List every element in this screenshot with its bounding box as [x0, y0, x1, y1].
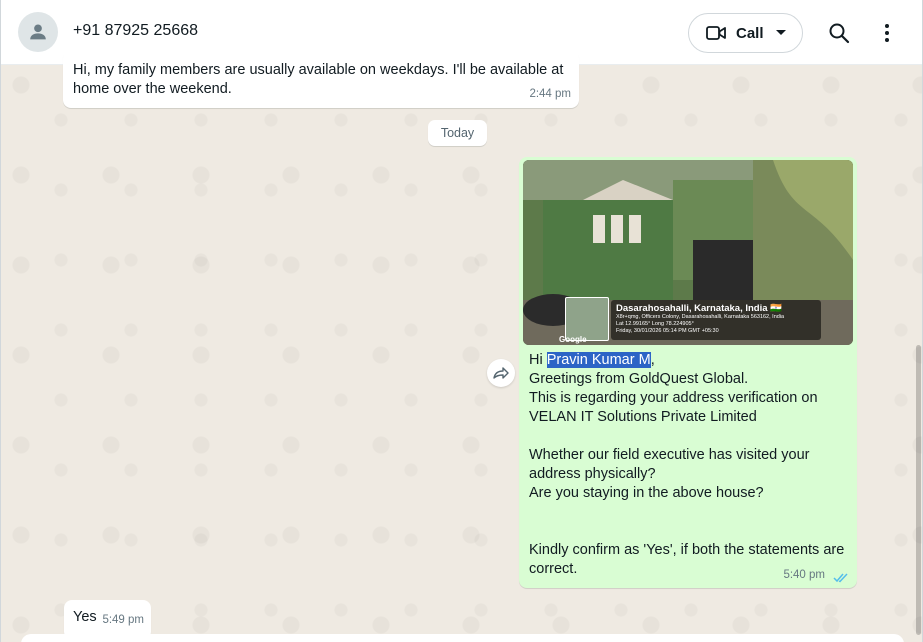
call-button[interactable]: Call	[688, 13, 803, 53]
person-icon	[30, 24, 46, 40]
day-separator: Today	[428, 120, 487, 146]
message-text: Yes	[73, 609, 97, 625]
greeting-suffix: ,	[650, 352, 655, 368]
video-camera-icon	[706, 26, 726, 40]
menu-button[interactable]	[875, 21, 899, 45]
message-composer[interactable]	[21, 634, 904, 642]
geotag-caption: Dasarahosahalli, Karnataka, India 🇮🇳 X8r…	[611, 300, 821, 340]
chat-window: +91 87925 25668 Call Hi, my family membe…	[0, 0, 923, 642]
geotag-location: Dasarahosahalli, Karnataka, India 🇮🇳	[616, 303, 783, 314]
search-icon	[829, 23, 850, 44]
message-text: Hi Pravin Kumar M, Greetings from GoldQu…	[529, 351, 849, 579]
forward-icon	[493, 367, 509, 379]
outgoing-message[interactable]: Dasarahosahalli, Karnataka, India 🇮🇳 X8r…	[519, 157, 857, 588]
message-text: Hi, my family members are usually availa…	[73, 62, 564, 97]
house-photo[interactable]: Dasarahosahalli, Karnataka, India 🇮🇳 X8r…	[523, 160, 853, 345]
search-button[interactable]	[827, 21, 851, 45]
chat-scrollbar[interactable]	[916, 345, 921, 635]
contact-name[interactable]: +91 87925 25668	[73, 22, 198, 40]
forward-button[interactable]	[487, 359, 515, 387]
selected-text[interactable]: Pravin Kumar M	[546, 352, 651, 368]
caret-down-icon	[775, 30, 786, 35]
geotag-coords: Lat 12.99165° Long 78.224905°	[616, 321, 694, 327]
message-time: 2:44 pm	[529, 88, 571, 100]
call-label: Call	[736, 24, 764, 42]
contact-avatar[interactable]	[18, 12, 58, 52]
geotag-address: X8r+qmg, Officers Colony, Dasarahosahall…	[616, 314, 785, 320]
message-body: Greetings from GoldQuest Global. This is…	[529, 371, 845, 577]
map-attribution: Google	[559, 335, 587, 344]
more-vertical-icon	[885, 24, 889, 42]
message-time: 5:49 pm	[102, 614, 144, 626]
geotag-timestamp: Friday, 30/01/2026 05:14 PM GMT +05:30	[616, 328, 719, 334]
incoming-message[interactable]: Hi, my family members are usually availa…	[63, 50, 579, 108]
message-time: 5:40 pm	[783, 569, 825, 581]
double-check-icon	[833, 573, 848, 583]
greeting-prefix: Hi	[529, 352, 547, 368]
